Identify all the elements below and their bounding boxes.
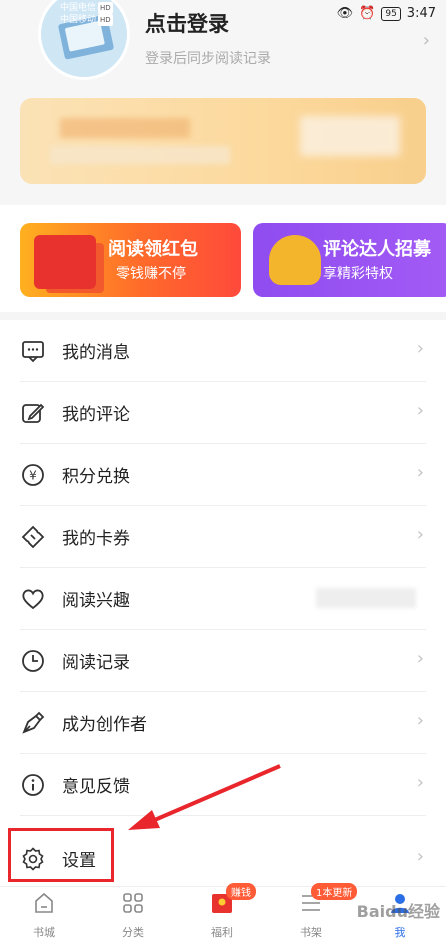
menu-item-comments[interactable]: 我的评论 ›: [0, 382, 446, 444]
ticket-icon: [21, 525, 45, 549]
yen-coin-icon: ¥: [22, 464, 44, 486]
tab-label: 福利: [211, 926, 233, 939]
svg-text:¥: ¥: [29, 469, 37, 483]
info-icon: [22, 774, 44, 796]
edit-icon: [22, 403, 45, 423]
heart-icon: [22, 589, 44, 610]
promo-banners: 阅读领红包 零钱赚不停 评论达人招募 享精彩特权: [0, 205, 446, 312]
chevron-right-icon[interactable]: ›: [423, 30, 430, 51]
chevron-right-icon: ›: [416, 648, 424, 669]
message-icon: [22, 341, 44, 363]
menu-item-label: 我的评论: [62, 405, 130, 425]
update-badge: 1本更新: [311, 883, 358, 900]
menu-item-label: 成为创作者: [62, 715, 147, 735]
watermark: Baidu经验: [356, 902, 440, 921]
menu-item-label: 积分兑换: [62, 467, 130, 487]
battery-icon: 95: [381, 6, 401, 21]
highlight-box: [8, 828, 114, 882]
tab-welfare[interactable]: 赚钱 福利: [192, 883, 256, 940]
grid-icon: [123, 893, 143, 913]
chevron-right-icon: ›: [416, 338, 424, 359]
chevron-right-icon: ›: [416, 400, 424, 421]
banner-title: 评论达人招募: [323, 239, 431, 260]
menu-item-history[interactable]: 阅读记录 ›: [0, 630, 446, 692]
tab-label: 书架: [300, 926, 322, 939]
tab-bookshelf[interactable]: 1本更新 书架: [281, 883, 358, 940]
menu-item-coupons[interactable]: 我的卡券 ›: [0, 506, 446, 568]
tab-label: 分类: [122, 926, 144, 939]
banner-red-packet[interactable]: 阅读领红包 零钱赚不停: [20, 223, 241, 297]
chevron-right-icon: ›: [416, 846, 424, 867]
menu-item-label: 我的卡券: [62, 529, 130, 549]
menu-item-label: 意见反馈: [62, 777, 130, 797]
menu-item-label: 阅读记录: [62, 653, 130, 673]
interest-value-blurred: [316, 588, 416, 608]
menu-item-feedback[interactable]: 意见反馈 ›: [0, 754, 446, 816]
status-carriers: 中国电信 HD 中国移动 HD: [60, 2, 113, 26]
clock-icon: [22, 650, 44, 672]
login-title[interactable]: 点击登录: [145, 8, 229, 38]
alarm-icon: ⏰: [359, 6, 376, 21]
vip-card[interactable]: [20, 98, 426, 184]
menu-item-label: 阅读兴趣: [62, 591, 130, 611]
eye-icon: 👁: [336, 6, 354, 21]
profile-header: 中国电信 HD 中国移动 HD 👁 ⏰ 95 3:47 点击登录 登录后同步阅读记录…: [0, 0, 446, 205]
menu-item-interests[interactable]: 阅读兴趣: [0, 568, 446, 630]
banner-reviewer-recruit[interactable]: 评论达人招募 享精彩特权: [253, 223, 446, 297]
earn-badge: 赚钱: [226, 883, 256, 900]
chevron-right-icon: ›: [416, 710, 424, 731]
red-packet-icon: [34, 235, 96, 289]
tab-categories[interactable]: 分类: [103, 891, 163, 940]
pen-nib-icon: [22, 711, 45, 734]
badge-icon: [269, 235, 321, 285]
chevron-right-icon: ›: [416, 772, 424, 793]
tab-label: 书城: [33, 926, 55, 939]
tab-bookstore[interactable]: 书城: [14, 891, 74, 940]
menu-list: 我的消息 › 我的评论 › ¥ 积分兑换 › 我的卡券 › 阅读兴趣 阅读记录 …: [0, 320, 446, 886]
banner-subtitle: 享精彩特权: [323, 266, 393, 282]
menu-item-creator[interactable]: 成为创作者 ›: [0, 692, 446, 754]
menu-item-messages[interactable]: 我的消息 ›: [0, 320, 446, 382]
login-subtitle: 登录后同步阅读记录: [145, 51, 271, 67]
clock-time: 3:47: [406, 6, 436, 21]
banner-title: 阅读领红包: [108, 239, 198, 260]
chevron-right-icon: ›: [416, 462, 424, 483]
menu-item-points[interactable]: ¥ 积分兑换 ›: [0, 444, 446, 506]
chevron-right-icon: ›: [416, 524, 424, 545]
status-bar-right: 👁 ⏰ 95 3:47: [337, 6, 436, 21]
banner-subtitle: 零钱赚不停: [116, 266, 186, 282]
menu-item-label: 我的消息: [62, 343, 130, 363]
tab-label: 我: [394, 926, 406, 939]
home-icon: [35, 892, 53, 913]
